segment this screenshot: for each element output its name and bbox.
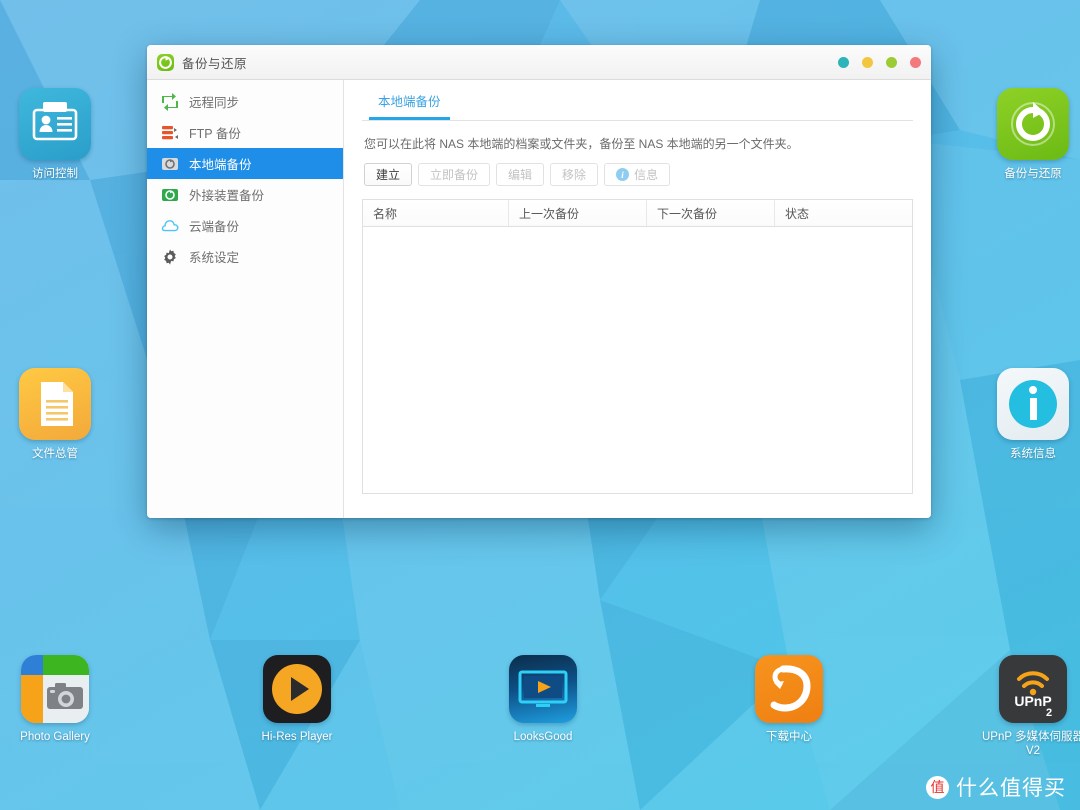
sidebar-item-3[interactable]: 外接装置备份 [147,179,343,210]
desktop-icon-label: 文件总管 [32,448,78,460]
table-header-row: 名称 上一次备份 下一次备份 状态 [363,200,912,227]
external-device-icon [161,186,179,204]
table-column-header[interactable]: 下一次备份 [647,200,775,226]
photo-gallery-icon[interactable] [21,655,89,723]
tab-local-backup[interactable]: 本地端备份 [369,91,450,120]
yellow-dot[interactable] [862,56,873,68]
hires-player-icon[interactable] [263,655,331,723]
edit-button: 编辑 [496,163,545,186]
desktop-icon-4[interactable]: Photo Gallery [0,655,110,744]
info-button-label: 信息 [634,168,659,182]
teal-dot[interactable] [838,56,849,68]
table-body[interactable] [363,227,912,493]
desktop-icon-label: UPnP 多媒体伺服器 V2 [981,731,1080,758]
desktop-icon-0[interactable]: 访问控制 [0,88,110,181]
desktop-icon-label: LooksGood [513,731,573,743]
tab-strip[interactable]: 本地端备份 [362,80,913,121]
watermark-logo: 值 [926,775,949,799]
sidebar-item-1[interactable]: FTP 备份 [147,117,343,148]
info-button: i 信息 [604,163,671,186]
sidebar-item-label: 外接装置备份 [189,189,265,203]
desktop-icon-label: 访问控制 [32,168,78,180]
download-center-icon[interactable] [755,655,823,723]
svg-text:2: 2 [1046,707,1052,719]
local-backup-icon [161,155,179,173]
sidebar-navigation[interactable]: 远程同步 FTP 备份 本地端备份外接装置备份 云端备份系统设定 [147,80,344,518]
window-title: 备份与还原 [182,56,248,71]
upnp-server-icon[interactable]: UPnP 2 [999,655,1067,723]
desktop-icon-8[interactable]: UPnP 2 UPnP 多媒体伺服器 V2 [978,655,1080,759]
remote-sync-icon [161,92,179,111]
desktop-icon-label: Photo Gallery [20,731,90,743]
window-titlebar[interactable]: 备份与还原 [147,45,931,80]
sidebar-item-5[interactable]: 系统设定 [147,241,343,272]
watermark-text: 什么值得买 [956,777,1066,800]
sidebar-item-label: FTP 备份 [189,127,241,141]
create-button[interactable]: 建立 [364,163,413,186]
application-window[interactable]: 备份与还原 远程同步 FTP 备份 本地端备份 外接装置备份 云端备份 系统设定 本地端备… [147,45,931,518]
window-body: 远程同步 FTP 备份 本地端备份 外接装置备份 云端备份 系统设定 本地端备份 您可以在… [147,80,931,518]
green-dot[interactable] [886,56,897,68]
remove-button: 移除 [550,163,599,186]
info-icon: i [616,168,630,181]
desktop-icon-label: 下载中心 [766,731,812,743]
file-manager-icon[interactable] [19,368,91,440]
cloud-backup-icon [161,217,179,235]
desktop-icon-5[interactable]: Hi-Res Player [242,655,352,744]
access-control-icon[interactable] [19,88,91,160]
desktop-icon-2[interactable]: 备份与还原 [978,88,1080,181]
action-toolbar[interactable]: 建立 立即备份 编辑 移除 i 信息 [362,163,913,186]
sidebar-item-label: 远程同步 [189,96,240,110]
sidebar-item-0[interactable]: 远程同步 [147,86,343,117]
desktop-icon-label: 系统信息 [1010,448,1056,460]
create-button-label: 建立 [376,168,401,182]
looksgood-icon[interactable] [509,655,577,723]
table-column-header[interactable]: 名称 [363,200,509,226]
page-description: 您可以在此将 NAS 本地端的档案或文件夹，备份至 NAS 本地端的另一个文件夹… [364,137,799,151]
sidebar-item-4[interactable]: 云端备份 [147,210,343,241]
main-content: 本地端备份 您可以在此将 NAS 本地端的档案或文件夹，备份至 NAS 本地端的… [344,80,931,518]
window-controls[interactable] [838,56,921,68]
edit-button-label: 编辑 [508,168,533,182]
backup-now-button: 立即备份 [418,163,491,186]
desktop-icon-label: 备份与还原 [1004,168,1062,180]
sidebar-item-label: 系统设定 [189,251,240,265]
red-dot[interactable] [910,56,921,68]
backup-now-button-label: 立即备份 [430,168,479,182]
desktop-icon-3[interactable]: 系统信息 [978,368,1080,461]
gear-icon [161,248,179,266]
remove-button-label: 移除 [562,168,587,182]
ftp-backup-icon [161,124,179,142]
sidebar-item-label: 本地端备份 [189,158,252,172]
backup-restore-icon[interactable] [997,88,1069,160]
system-info-icon[interactable] [997,368,1069,440]
desktop-icon-6[interactable]: LooksGood [488,655,598,744]
backup-jobs-table[interactable]: 名称 上一次备份 下一次备份 状态 [362,199,913,494]
backup-restore-icon [157,53,174,71]
sidebar-item-2[interactable]: 本地端备份 [147,148,343,179]
desktop-icon-7[interactable]: 下载中心 [734,655,844,744]
desktop-icon-1[interactable]: 文件总管 [0,368,110,461]
sidebar-item-label: 云端备份 [189,220,240,234]
table-column-header[interactable]: 上一次备份 [509,200,647,226]
watermark: 值 什么值得买 [926,772,1066,802]
desktop-icon-label: Hi-Res Player [261,731,333,743]
table-column-header[interactable]: 状态 [775,200,912,226]
